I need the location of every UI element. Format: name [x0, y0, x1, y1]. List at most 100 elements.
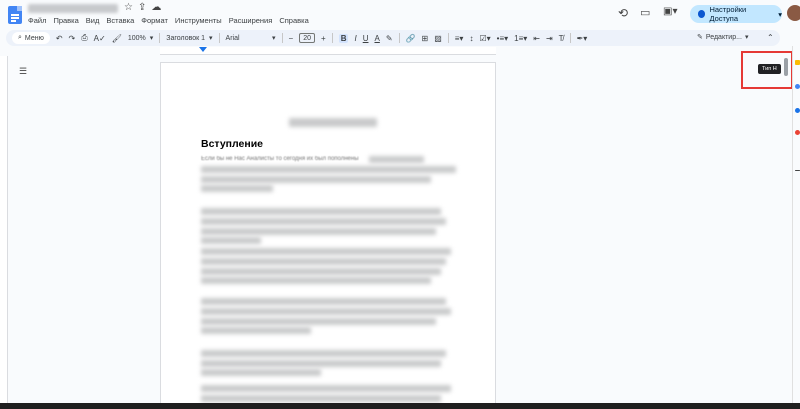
- blurred-title: [289, 118, 377, 127]
- pencil-icon: ✎: [697, 34, 703, 41]
- edit-mode-select[interactable]: ✎ Редактир... ▾: [697, 33, 749, 42]
- increase-indent-icon[interactable]: ⇥: [546, 34, 553, 43]
- share-dropdown-icon[interactable]: ▾: [778, 10, 782, 19]
- blurred-text: [201, 176, 431, 183]
- bulleted-list-icon[interactable]: •≡▾: [497, 34, 508, 43]
- avatar[interactable]: [787, 5, 800, 21]
- numbered-list-icon[interactable]: 1≡▾: [514, 34, 527, 43]
- spellcheck-icon[interactable]: A✓: [94, 34, 106, 43]
- star-icon[interactable]: ☆: [124, 2, 133, 13]
- underline-icon[interactable]: U: [363, 34, 369, 43]
- bold-icon[interactable]: B: [338, 33, 349, 43]
- divider: [331, 33, 333, 43]
- chevron-down-icon: ▾: [209, 35, 213, 42]
- indent-marker-icon[interactable]: [199, 47, 207, 52]
- maps-icon[interactable]: [795, 130, 800, 135]
- menu-insert[interactable]: Вставка: [106, 16, 134, 25]
- menu-help[interactable]: Справка: [279, 16, 308, 25]
- font-select[interactable]: Arial ▾: [226, 34, 276, 43]
- menu-edit[interactable]: Правка: [53, 16, 78, 25]
- blurred-text: [201, 268, 441, 275]
- title-bar: ☆ ⇪ ☁ Файл Правка Вид Вставка Формат Инс…: [0, 0, 800, 28]
- edit-mode-label: Редактир...: [705, 33, 742, 41]
- zoom-select[interactable]: 100% ▾: [127, 34, 153, 43]
- add-comment-icon[interactable]: ⊞: [422, 34, 429, 43]
- blurred-text: [201, 385, 451, 392]
- undo-icon[interactable]: ↶: [56, 34, 63, 43]
- blurred-text: [201, 298, 446, 305]
- share-button[interactable]: Настройки Доступа ▾: [690, 5, 782, 23]
- collapse-toolbar-icon[interactable]: ⌃: [767, 33, 774, 42]
- vertical-ruler[interactable]: [0, 56, 8, 406]
- divider: [218, 33, 220, 43]
- input-tools-icon[interactable]: ✒▾: [577, 34, 588, 43]
- title-icons: ☆ ⇪ ☁: [124, 2, 161, 13]
- font-size-input[interactable]: 20: [299, 33, 316, 43]
- section-heading[interactable]: Вступление: [201, 138, 263, 150]
- document-outline-icon[interactable]: ☰: [19, 66, 27, 77]
- history-icon[interactable]: ⟲: [618, 6, 628, 20]
- blurred-text: [201, 395, 441, 402]
- increase-font-icon[interactable]: +: [321, 34, 326, 43]
- share-label: Настройки Доступа: [709, 5, 747, 23]
- blurred-text: [201, 258, 446, 265]
- decrease-indent-icon[interactable]: ⇤: [533, 34, 540, 43]
- align-icon[interactable]: ≡▾: [455, 34, 464, 43]
- divider: [159, 33, 161, 43]
- blurred-text: [201, 208, 441, 215]
- divider: [569, 33, 571, 43]
- meet-icon[interactable]: ▣▾: [663, 6, 677, 17]
- line-spacing-icon[interactable]: ↕: [469, 34, 473, 43]
- contacts-icon[interactable]: [795, 108, 800, 113]
- italic-icon[interactable]: I: [354, 34, 356, 43]
- divider: [398, 33, 400, 43]
- decrease-font-icon[interactable]: −: [289, 34, 294, 43]
- highlight-icon[interactable]: ✎: [386, 34, 393, 43]
- tasks-icon[interactable]: [795, 84, 800, 89]
- scrollbar-thumb[interactable]: [784, 58, 788, 76]
- checklist-icon[interactable]: ☑▾: [479, 34, 490, 43]
- menu-tools[interactable]: Инструменты: [175, 16, 222, 25]
- paragraph-first-line[interactable]: Если бы не Нас Аналисты то сегодня их бы…: [201, 156, 359, 162]
- horizontal-ruler[interactable]: [160, 47, 496, 55]
- blurred-text: [369, 156, 424, 163]
- cloud-status-icon[interactable]: ☁: [151, 2, 161, 13]
- redo-icon[interactable]: ↷: [69, 34, 76, 43]
- document-page[interactable]: Вступление Если бы не Нас Аналисты то се…: [160, 62, 496, 409]
- print-icon[interactable]: ⎙: [81, 33, 87, 43]
- menu-search-button[interactable]: ⌕ Меню: [12, 32, 50, 44]
- menu-view[interactable]: Вид: [86, 16, 100, 25]
- style-select[interactable]: Заголовок 1 ▾: [166, 34, 213, 43]
- insert-image-icon[interactable]: ▨: [434, 34, 442, 43]
- divider: [281, 33, 283, 43]
- blurred-text: [201, 228, 436, 235]
- search-icon: ⌕: [18, 34, 22, 41]
- blurred-text: [201, 369, 321, 376]
- globe-icon: [698, 10, 706, 18]
- document-title-blurred[interactable]: [28, 4, 118, 13]
- menu-bar: Файл Правка Вид Вставка Формат Инструмен…: [28, 16, 309, 25]
- menu-file[interactable]: Файл: [28, 16, 46, 25]
- taskbar: [0, 403, 800, 409]
- divider: [795, 170, 800, 171]
- paint-format-icon[interactable]: 🖌: [112, 34, 122, 43]
- move-folder-icon[interactable]: ⇪: [138, 2, 146, 13]
- menu-extensions[interactable]: Расширения: [229, 16, 273, 25]
- chevron-down-icon: ▾: [272, 35, 276, 42]
- side-panel: [792, 46, 800, 406]
- docs-logo-icon[interactable]: [8, 6, 22, 24]
- chevron-down-icon: ▾: [744, 34, 749, 41]
- blurred-text: [201, 327, 311, 334]
- keep-icon[interactable]: [795, 60, 800, 65]
- blurred-text: [201, 360, 441, 367]
- text-color-icon[interactable]: A: [374, 34, 379, 43]
- toolbar: ⌕ Меню ↶ ↷ ⎙ A✓ 🖌 100% ▾ Заголовок 1 ▾ A…: [6, 30, 780, 46]
- link-icon[interactable]: 🔗: [406, 34, 416, 43]
- style-value: Заголовок 1: [166, 34, 206, 42]
- blurred-text: [201, 308, 451, 315]
- menu-format[interactable]: Формат: [141, 16, 168, 25]
- zoom-value: 100%: [127, 34, 146, 42]
- comments-icon[interactable]: ▭: [640, 6, 650, 19]
- blurred-text: [201, 318, 436, 325]
- clear-formatting-icon[interactable]: T̸: [559, 34, 564, 43]
